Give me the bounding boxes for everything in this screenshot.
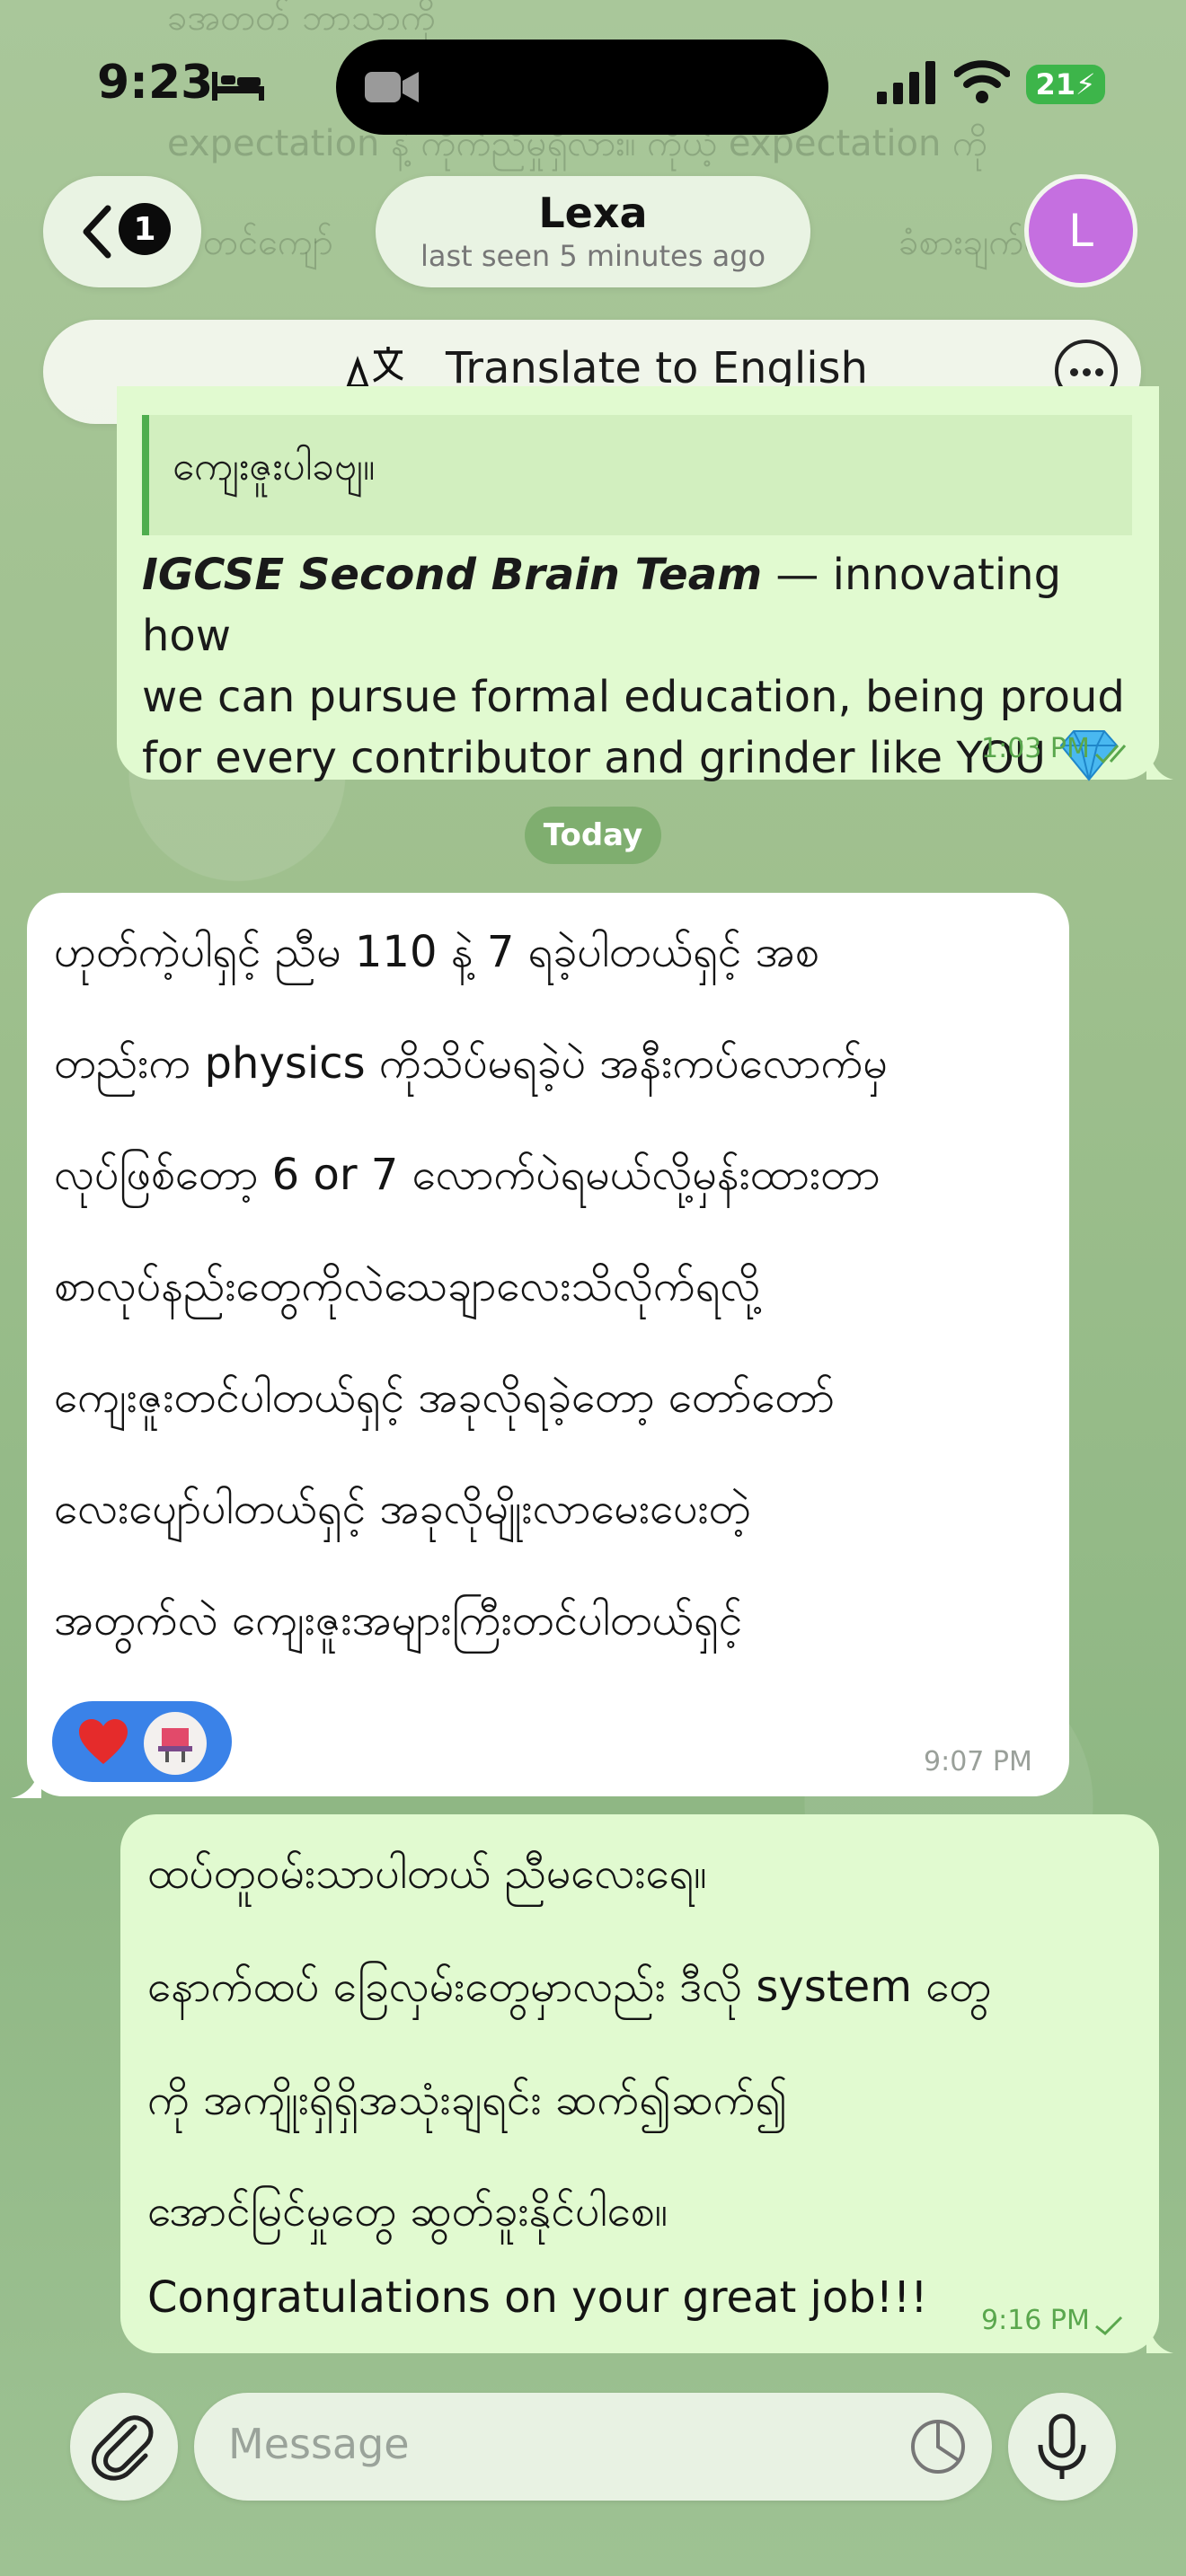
message-text-line: ဟုတ်ကဲ့ပါရှင့် ညီမ 110 နဲ့ 7 ရခဲ့ပါတယ်ရှ… <box>54 927 819 977</box>
attach-button[interactable] <box>70 2393 178 2501</box>
sticker-icon[interactable] <box>909 2418 967 2475</box>
dot-icon <box>1095 368 1103 376</box>
microphone-button[interactable] <box>1008 2393 1116 2501</box>
date-separator: Today <box>525 807 661 864</box>
message-text-line: ကို အကျိုးရှိရှိအသုံးချရင်း ဆက်၍ဆက်၍ <box>147 2075 788 2125</box>
avatar-initial: L <box>1068 205 1093 257</box>
bubble-tail <box>11 1759 41 1798</box>
quoted-text: ကျေးဇူးပါခဗျ။ <box>173 444 376 490</box>
message-placeholder: Message <box>228 2420 410 2468</box>
brand-name: IGCSE Second Brain Team <box>142 550 763 600</box>
reaction-chip[interactable] <box>52 1701 232 1782</box>
cellular-signal-icon <box>877 61 935 104</box>
double-check-icon <box>1094 744 1127 763</box>
message-text-line: လေးပျော်ပါတယ်ရှင့် အခုလိုမျိုးလာမေးပေးတဲ… <box>54 1484 751 1534</box>
paperclip-icon <box>92 2415 154 2481</box>
camera-indicator-icon <box>365 72 419 102</box>
message-text-line: အတွက်လဲ ကျေးဇူးအများကြီးတင်ပါတယ်ရှင့် <box>54 1595 743 1645</box>
bubble-tail <box>1146 738 1173 780</box>
previous-message-line: တင်ကျော် <box>203 222 333 263</box>
back-button[interactable]: 1 <box>43 176 201 287</box>
sticker-avatar-icon <box>144 1712 207 1775</box>
last-seen-status: last seen 5 minutes ago <box>420 239 766 273</box>
message-time: 9:16 PM <box>981 2305 1090 2336</box>
chevron-left-icon <box>83 205 111 259</box>
message-time: 9:07 PM <box>924 1746 1032 1778</box>
message-text-line: တည်းက physics ကိုသိပ်မရခဲ့ပဲ အနီးကပ်လောက… <box>54 1038 888 1089</box>
sleep-focus-icon <box>212 72 264 101</box>
quoted-message[interactable]: ကျေးဇူးပါခဗျ။ <box>142 415 1132 535</box>
chat-title[interactable]: Lexa last seen 5 minutes ago <box>376 176 810 287</box>
message-text-line: အောင်မြင်မှုတွေ ဆွတ်ခူးနိုင်ပါစေ။ <box>147 2186 668 2236</box>
check-icon <box>1095 2316 1123 2335</box>
message-time: 1:03 PM <box>981 733 1090 764</box>
message-text-line: ကျေးဇူးတင်ပါတယ်ရှင့် အခုလိုရခဲ့တော့ တော်… <box>54 1372 835 1423</box>
bubble-tail <box>1146 2314 1173 2353</box>
message-text-line: Congratulations on your great job!!! <box>147 2272 928 2323</box>
message-text-line: စာလုပ်နည်းတွေကိုလဲသေချာလေးသိလိုက်ရလို့ <box>54 1261 761 1311</box>
message-text-line: နောက်ထပ် ခြေလှမ်းတွေမှာလည်း ဒီလို system… <box>147 1962 991 2012</box>
chat-name: Lexa <box>538 189 648 237</box>
battery-indicator: 21 ⚡ <box>1026 65 1105 104</box>
heart-icon <box>79 1719 128 1764</box>
message-text-segment: we can pursue formal education, being pr… <box>142 672 1125 722</box>
dot-icon <box>1070 368 1078 376</box>
unread-badge: 1 <box>119 203 171 255</box>
microphone-icon <box>1038 2413 1086 2479</box>
incoming-message-bubble[interactable] <box>27 893 1069 1796</box>
avatar[interactable]: L <box>1024 174 1137 287</box>
message-text-line: ထပ်တူဝမ်းသာပါတယ် ညီမလေးရေ။ <box>147 1848 707 1899</box>
message-text-line: လုပ်ဖြစ်တော့ 6 or 7 လောက်ပဲရမယ်လို့မှန်း… <box>54 1150 881 1200</box>
dot-icon <box>1083 368 1091 376</box>
message-text-segment: for every contributor and grinder like Y… <box>142 733 1046 783</box>
message-meta: 9:16 PM <box>981 2305 1125 2337</box>
wifi-icon <box>954 60 1010 103</box>
battery-level: 21 <box>1035 67 1076 101</box>
status-time: 9:23 <box>97 56 214 110</box>
message-input[interactable]: Message <box>194 2393 992 2501</box>
message-meta: 1:03 PM <box>981 733 1136 765</box>
